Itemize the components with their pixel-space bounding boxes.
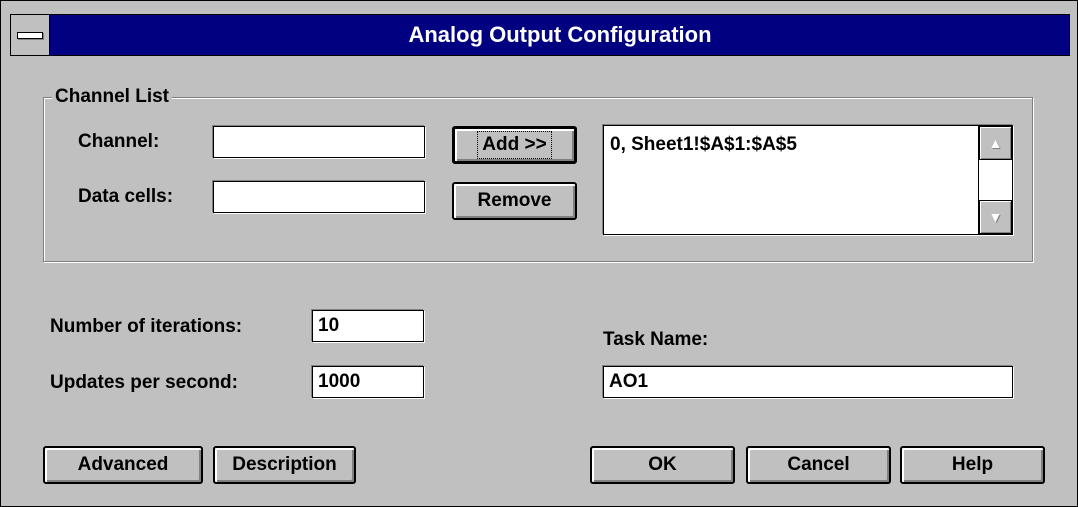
add-button[interactable]: Add >> [452,126,577,164]
channel-label: Channel: [78,131,160,152]
channel-input[interactable] [213,126,425,158]
system-menu-icon [17,32,43,39]
listbox-scrollbar[interactable]: ▲ ▼ [978,126,1012,234]
add-button-label: Add >> [477,131,552,159]
title-bar[interactable]: Analog Output Configuration [10,14,1070,56]
updates-per-second-input[interactable]: 1000 [312,366,424,398]
channel-listbox[interactable]: 0, Sheet1!$A$1:$A$5 [603,125,1013,235]
task-name-label: Task Name: [603,329,709,350]
window-title: Analog Output Configuration [408,22,712,47]
cancel-button[interactable]: Cancel [746,446,891,484]
remove-button[interactable]: Remove [452,182,577,220]
task-name-input[interactable]: AO1 [603,366,1013,398]
description-button-label: Description [232,454,337,475]
advanced-button[interactable]: Advanced [43,446,203,484]
list-item[interactable]: 0, Sheet1!$A$1:$A$5 [610,134,797,156]
channel-list-group-label: Channel List [52,86,173,108]
help-button-label: Help [951,454,994,475]
help-button[interactable]: Help [900,446,1045,484]
updates-per-second-label: Updates per second: [50,372,238,393]
data-cells-input[interactable] [213,181,425,213]
scroll-up-arrow-icon[interactable]: ▲ [979,126,1012,160]
iterations-label: Number of iterations: [50,316,243,337]
ok-button[interactable]: OK [590,446,735,484]
advanced-button-label: Advanced [77,454,169,475]
remove-button-label: Remove [477,190,552,211]
system-menu-button[interactable] [10,14,50,56]
cancel-button-label: Cancel [787,454,850,475]
scroll-down-arrow-icon[interactable]: ▼ [979,200,1012,234]
ok-button-label: OK [648,454,677,475]
description-button[interactable]: Description [213,446,356,484]
data-cells-label: Data cells: [78,186,174,207]
iterations-input[interactable]: 10 [312,310,424,342]
